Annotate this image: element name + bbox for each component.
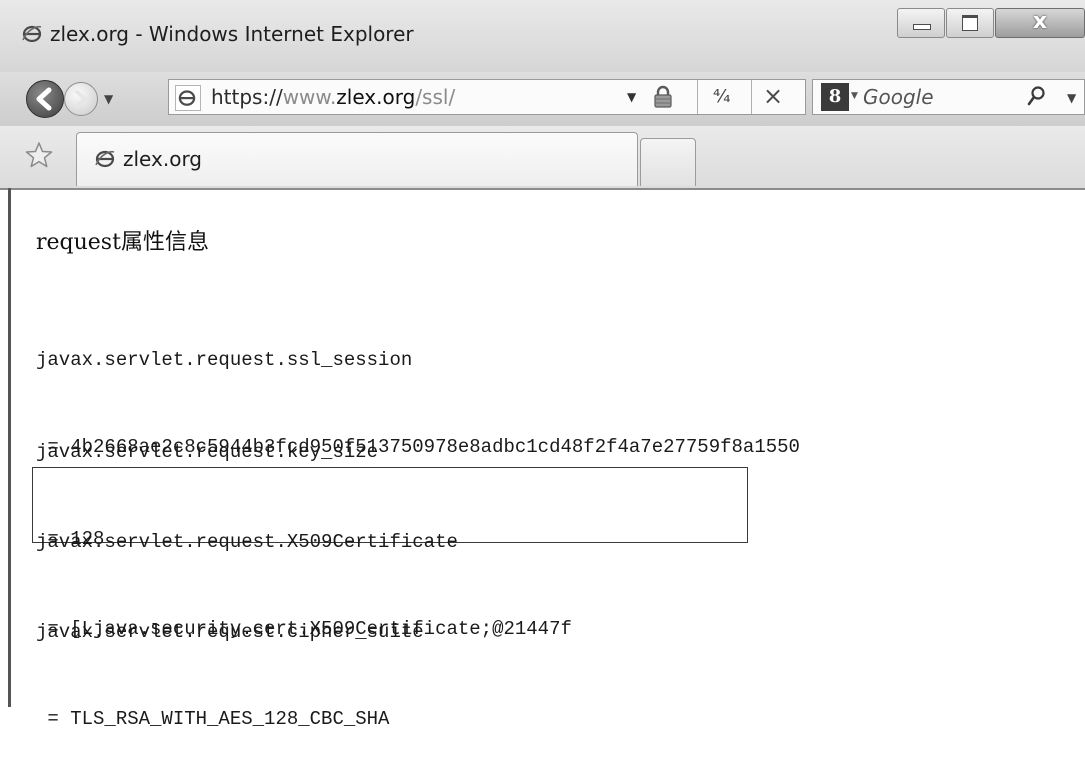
title-bar: zlex.org - Windows Internet Explorer x [0,0,1085,72]
url-path: /ssl/ [415,85,456,109]
ie-tab-icon [95,150,115,168]
maximize-button[interactable] [946,8,994,38]
page-heading: request属性信息 [36,230,209,255]
favorites-star-icon[interactable] [24,140,54,170]
window-controls: x [895,2,1085,46]
ie-page-icon [178,90,196,106]
recent-pages-dropdown-icon[interactable]: ▼ [104,92,113,106]
back-arrow-icon [36,87,52,111]
search-options-dropdown-icon[interactable]: ▼ [1067,91,1076,105]
address-separator [751,80,752,114]
address-separator [697,80,698,114]
attribute-name: javax.servlet.request.key_size [36,441,379,463]
maximize-icon [962,15,978,31]
back-button[interactable] [26,80,64,118]
search-icon[interactable] [1027,84,1047,108]
close-button[interactable]: x [995,8,1085,38]
address-dropdown-icon[interactable]: ▼ [627,90,636,104]
attribute-name: javax.servlet.request.cipher_suite [36,621,424,643]
url-protocol: https:// [211,85,283,109]
search-bar: 8 ▼ ▼ [812,79,1085,115]
close-icon: x [1032,9,1048,34]
stop-icon[interactable]: × [763,82,783,110]
address-url[interactable]: https://www.zlex.org/ssl/ [211,85,455,109]
tab-title: zlex.org [123,147,203,171]
window-title: zlex.org - Windows Internet Explorer [50,22,414,46]
ie-logo-icon [22,25,42,43]
lock-icon[interactable] [653,85,673,109]
attribute-name: javax.servlet.request.X509Certificate [36,531,458,553]
forward-button[interactable] [64,82,98,116]
search-input[interactable] [863,83,1003,111]
search-provider-dropdown-icon[interactable]: ▼ [851,91,858,101]
tab-zlex[interactable]: zlex.org [76,132,638,186]
new-tab-button[interactable] [640,138,696,186]
attribute-name: javax.servlet.request.ssl_session [36,349,413,371]
url-host: zlex.org [336,85,416,109]
attribute-value: = TLS_RSA_WITH_AES_128_CBC_SHA [36,708,390,730]
minimize-icon [913,24,931,30]
forward-arrow-icon [75,90,87,108]
refresh-icon[interactable]: ⁴⁄₄ [713,86,730,107]
url-subdomain: www. [282,85,337,109]
minimize-button[interactable] [897,8,945,38]
search-provider-icon[interactable]: 8 [821,83,849,111]
page-icon [175,85,201,111]
attribute-entry: javax.servlet.request.cipher_suite = TLS… [36,560,424,763]
address-bar[interactable]: https://www.zlex.org/ssl/ ▼ ⁴⁄₄ × [168,79,806,115]
